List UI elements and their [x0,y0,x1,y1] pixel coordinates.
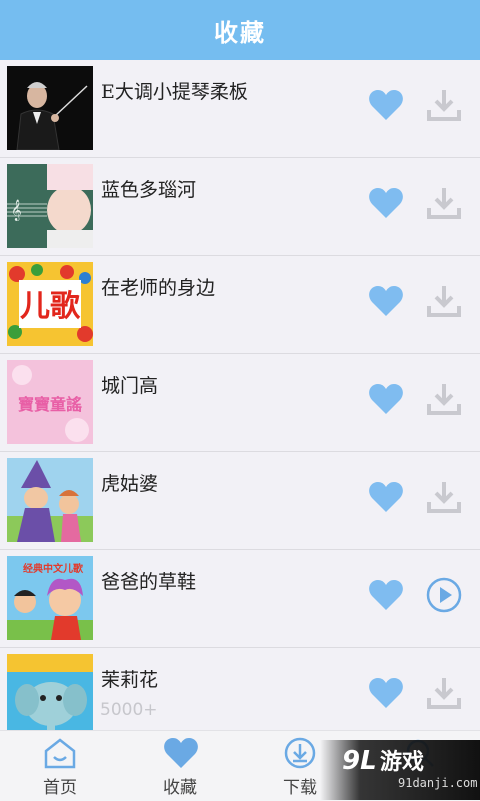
cartoon-kids-thumbnail: 经典中文儿歌 [7,556,93,640]
watermark-logo: 9L [342,746,377,776]
heart-icon [164,738,198,768]
thumb-text: 寶寶童謠 [18,395,82,414]
page-title: 收藏 [214,18,266,47]
heart-icon[interactable] [368,481,404,513]
list-item[interactable]: 经典中文儿歌 爸爸的草鞋 [0,550,480,648]
home-icon [44,738,76,769]
tab-favorites[interactable]: 收藏 [120,731,240,801]
song-title[interactable]: 茉莉花 [101,665,158,692]
conductor-thumbnail [7,66,93,150]
heart-icon[interactable] [368,89,404,121]
elephant-thumbnail [7,654,93,730]
tab-label: 首页 [43,778,77,798]
play-count-overlay: 5000+ [100,700,158,720]
pregnant-woman-thumbnail: 𝄞 [7,164,93,248]
tab-label: 收藏 [163,778,197,798]
thumb-text: 儿歌 [20,289,81,324]
list-item[interactable]: 儿歌 在老师的身边 [0,256,480,354]
wizard-thumbnail [7,458,93,542]
watermark-url: 91danji.com [398,776,478,790]
heart-icon[interactable] [368,285,404,317]
song-title[interactable]: 爸爸的草鞋 [101,567,196,594]
song-title[interactable]: 虎姑婆 [101,469,158,496]
download-icon[interactable] [425,380,463,418]
song-title[interactable]: 城门高 [101,371,158,398]
download-icon[interactable] [425,86,463,124]
svg-text:𝄞: 𝄞 [11,200,22,221]
song-title[interactable]: 蓝色多瑙河 [101,175,196,202]
fairy-tale-thumbnail: 寶寶童謠 [7,360,93,444]
list-item[interactable]: E大调小提琴柔板 [0,60,480,158]
site-watermark: 9L 游戏 91danji.com [320,740,480,800]
list-item[interactable]: 𝄞 蓝色多瑙河 [0,158,480,256]
tab-home[interactable]: 首页 [0,731,120,801]
app-header: 收藏 [0,0,480,60]
list-item[interactable]: 寶寶童謠 城门高 [0,354,480,452]
list-item[interactable]: 虎姑婆 [0,452,480,550]
download-icon[interactable] [425,478,463,516]
download-icon[interactable] [425,184,463,222]
download-icon[interactable] [425,282,463,320]
watermark-title: 游戏 [380,750,425,775]
heart-icon[interactable] [368,187,404,219]
thumb-text: 经典中文儿歌 [23,562,84,575]
song-title[interactable]: 在老师的身边 [101,273,215,300]
heart-icon[interactable] [368,579,404,611]
favorites-list[interactable]: E大调小提琴柔板 𝄞 蓝色多瑙河 儿歌 在老师的身边 寶寶童謠 城门高 虎姑婆 … [0,60,480,730]
song-title[interactable]: E大调小提琴柔板 [101,77,248,104]
heart-icon[interactable] [368,677,404,709]
download-icon[interactable] [425,674,463,712]
heart-icon[interactable] [368,383,404,415]
children-songs-thumbnail: 儿歌 [7,262,93,346]
list-item[interactable]: 茉莉花 5000+ [0,648,480,730]
play-icon[interactable] [425,576,463,614]
download-tab-icon [284,737,316,769]
